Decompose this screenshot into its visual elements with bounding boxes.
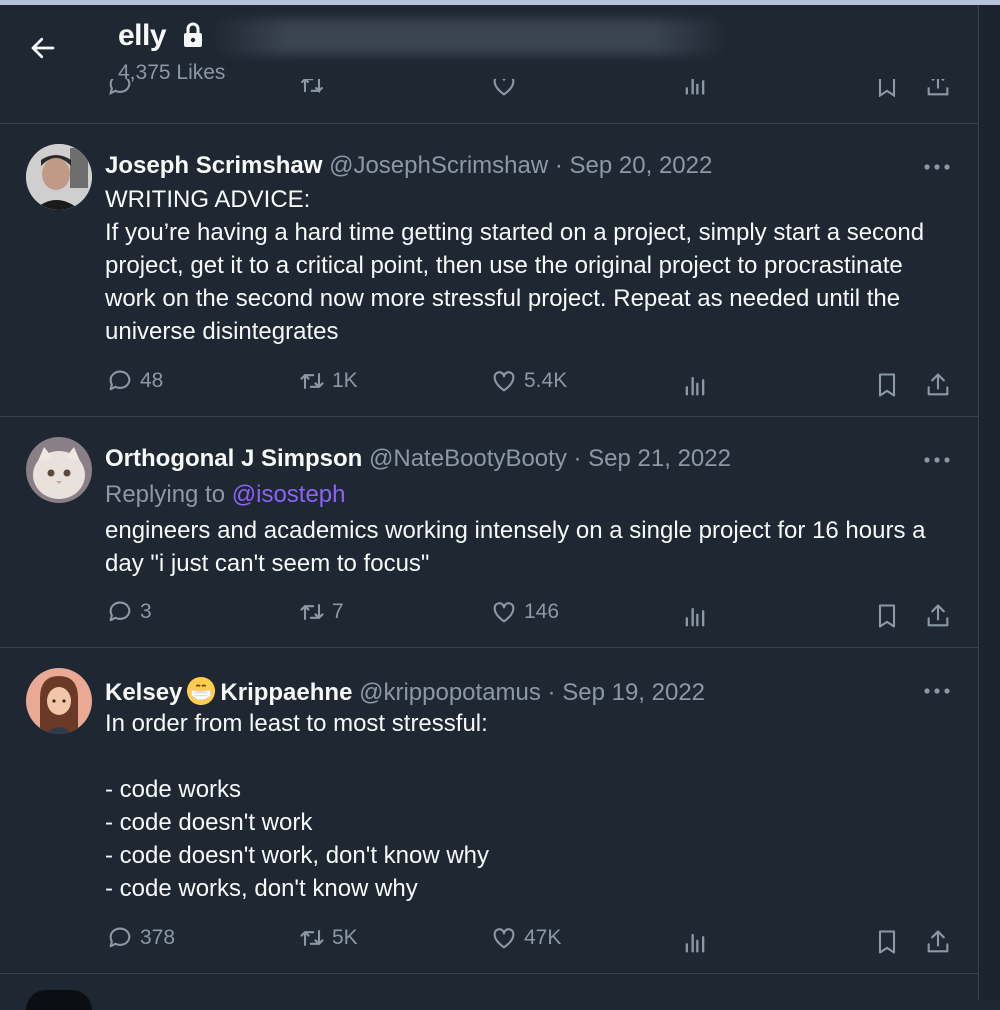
divider xyxy=(0,647,978,648)
next-tweet-avatar-partial xyxy=(26,990,92,1010)
bookmark-icon[interactable] xyxy=(873,371,901,399)
profile-name: elly xyxy=(118,19,167,52)
bookmark-icon xyxy=(878,79,896,97)
share-icon[interactable] xyxy=(924,928,952,956)
share-icon[interactable] xyxy=(924,371,952,399)
profile-header: elly 4,375 Likes xyxy=(0,5,978,97)
divider xyxy=(0,123,978,124)
tweet-text: In order from least to most stressful: -… xyxy=(105,710,490,902)
reply-button[interactable]: 378 xyxy=(106,924,175,952)
separator: · xyxy=(573,445,582,472)
tweet-header: Orthogonal J Simpson @NateBootyBooty · S… xyxy=(105,445,731,473)
like-button[interactable]: 5.4K xyxy=(490,367,567,395)
retweet-count: 5K xyxy=(332,926,358,949)
face-with-medical-mask-icon xyxy=(187,676,216,706)
like-icon xyxy=(493,928,515,949)
handle[interactable]: @NateBootyBooty xyxy=(369,445,567,472)
avatar[interactable] xyxy=(26,668,92,734)
replying-to: Replying to @isosteph xyxy=(105,481,346,509)
views-icon[interactable] xyxy=(681,928,709,956)
retweet-count: 1K xyxy=(332,369,358,392)
reply-count: 3 xyxy=(140,600,152,623)
display-name[interactable]: Kelsey Krippaehne xyxy=(105,676,353,706)
share-icon[interactable] xyxy=(924,602,952,630)
mention-link[interactable]: @isosteph xyxy=(232,481,346,508)
like-icon xyxy=(493,602,515,623)
more-options-icon[interactable] xyxy=(922,162,952,172)
reply-button[interactable]: 48 xyxy=(106,367,163,395)
display-name[interactable]: Orthogonal J Simpson xyxy=(105,445,362,472)
reply-icon xyxy=(109,370,131,391)
display-name[interactable]: Joseph Scrimshaw xyxy=(105,152,322,179)
separator: · xyxy=(547,679,556,706)
like-count: 5.4K xyxy=(524,369,568,392)
reply-button[interactable]: 3 xyxy=(106,598,152,626)
bookmark-icon[interactable] xyxy=(873,602,901,630)
tweet-text: engineers and academics working intensel… xyxy=(105,517,926,577)
retweet-button[interactable]: 5K xyxy=(298,924,358,952)
right-column-edge xyxy=(978,5,1000,1000)
avatar[interactable] xyxy=(26,144,92,210)
replying-prefix: Replying to xyxy=(105,481,226,508)
tweet-header: Joseph Scrimshaw @JosephScrimshaw · Sep … xyxy=(105,152,712,180)
likes-count: 4,375 Likes xyxy=(118,61,226,84)
views-icon[interactable] xyxy=(681,602,709,630)
tweet-text: WRITING ADVICE: If you’re having a hard … xyxy=(105,186,925,345)
retweet-icon xyxy=(300,79,324,94)
timestamp[interactable]: Sep 19, 2022 xyxy=(562,679,705,706)
bookmark-icon[interactable] xyxy=(873,928,901,956)
more-options-icon[interactable] xyxy=(922,686,952,696)
blurred-header-overlay xyxy=(210,19,730,55)
reply-icon xyxy=(109,927,131,948)
reply-count: 378 xyxy=(140,926,176,949)
divider xyxy=(0,973,978,974)
likes-timeline: elly 4,375 Likes Joseph Scrimshaw @Josep… xyxy=(0,5,978,1010)
like-icon xyxy=(493,371,515,392)
display-name-first: Kelsey xyxy=(105,679,183,706)
reply-count: 48 xyxy=(140,369,164,392)
timestamp[interactable]: Sep 21, 2022 xyxy=(588,445,731,472)
more-options-icon[interactable] xyxy=(922,455,952,465)
share-icon xyxy=(927,79,949,96)
timestamp[interactable]: Sep 20, 2022 xyxy=(570,152,713,179)
views-icon xyxy=(685,79,705,95)
retweet-count: 7 xyxy=(332,600,344,623)
views-icon[interactable] xyxy=(681,371,709,399)
avatar[interactable] xyxy=(26,437,92,503)
retweet-icon xyxy=(300,603,324,621)
like-count: 47K xyxy=(524,926,562,949)
reply-icon xyxy=(109,601,131,622)
handle[interactable]: @JosephScrimshaw xyxy=(329,152,548,179)
like-button[interactable]: 47K xyxy=(490,924,561,952)
back-arrow-icon[interactable] xyxy=(28,33,58,63)
display-name-last: Krippaehne xyxy=(220,679,353,706)
separator: · xyxy=(554,152,563,179)
divider xyxy=(0,416,978,417)
like-button[interactable]: 146 xyxy=(490,598,559,626)
retweet-button[interactable]: 7 xyxy=(298,598,344,626)
like-count: 146 xyxy=(524,600,560,623)
retweet-icon xyxy=(300,929,324,947)
handle[interactable]: @krippopotamus xyxy=(359,679,541,706)
retweet-icon xyxy=(300,372,324,390)
retweet-button[interactable]: 1K xyxy=(298,367,358,395)
like-icon xyxy=(493,79,515,96)
tweet-header: Kelsey Krippaehne @krippopotamus · Sep 19… xyxy=(105,676,705,707)
lock-icon xyxy=(184,22,202,47)
